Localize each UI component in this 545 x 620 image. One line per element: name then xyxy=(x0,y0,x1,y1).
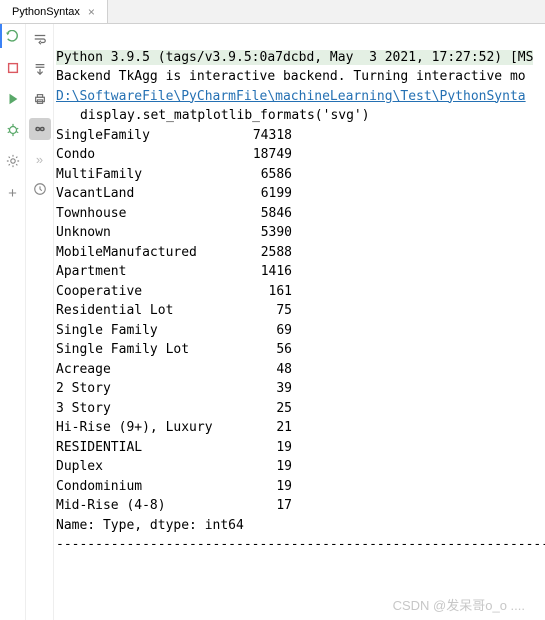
scroll-down-icon[interactable] xyxy=(29,58,51,80)
table-row: Unknown5390 xyxy=(56,223,545,243)
table-row: Townhouse5846 xyxy=(56,204,545,224)
table-row: Cooperative161 xyxy=(56,282,545,302)
table-row: 2 Story39 xyxy=(56,379,545,399)
row-label: Mid-Rise (4-8) xyxy=(56,496,236,516)
row-value: 48 xyxy=(236,360,292,380)
row-value: 39 xyxy=(236,379,292,399)
row-value: 2588 xyxy=(236,243,292,263)
chevrons-icon[interactable]: » xyxy=(29,148,51,170)
table-row: Duplex19 xyxy=(56,457,545,477)
table-row: MobileManufactured2588 xyxy=(56,243,545,263)
row-label: Condo xyxy=(56,145,236,165)
row-label: VacantLand xyxy=(56,184,236,204)
row-value: 17 xyxy=(236,496,292,516)
run-icon[interactable] xyxy=(6,92,20,109)
row-label: 2 Story xyxy=(56,379,236,399)
wrap-icon[interactable] xyxy=(29,28,51,50)
main-area: + » Python 3.9.5 (tags/v3.9.5:0a7dcbd, M… xyxy=(0,24,545,620)
table-row: Condo18749 xyxy=(56,145,545,165)
row-value: 6199 xyxy=(236,184,292,204)
data-rows: SingleFamily74318Condo18749MultiFamily65… xyxy=(56,126,545,516)
table-row: Acreage48 xyxy=(56,360,545,380)
row-label: Apartment xyxy=(56,262,236,282)
row-value: 25 xyxy=(236,399,292,419)
row-label: SingleFamily xyxy=(56,126,236,146)
row-value: 19 xyxy=(236,477,292,497)
add-icon[interactable]: + xyxy=(8,185,17,202)
row-value: 5390 xyxy=(236,223,292,243)
table-row: VacantLand6199 xyxy=(56,184,545,204)
row-label: Duplex xyxy=(56,457,236,477)
table-row: Mid-Rise (4-8)17 xyxy=(56,496,545,516)
row-value: 19 xyxy=(236,457,292,477)
file-path-link[interactable]: D:\SoftwareFile\PyCharmFile\machineLearn… xyxy=(56,89,526,104)
tab-bar: PythonSyntax × xyxy=(0,0,545,24)
row-value: 6586 xyxy=(236,165,292,185)
backend-line: Backend TkAgg is interactive backend. Tu… xyxy=(56,69,526,84)
table-row: 3 Story25 xyxy=(56,399,545,419)
row-value: 56 xyxy=(236,340,292,360)
table-row: Hi-Rise (9+), Luxury21 xyxy=(56,418,545,438)
table-row: Single Family Lot56 xyxy=(56,340,545,360)
infinity-icon[interactable] xyxy=(29,118,51,140)
console-toolbar: » xyxy=(26,24,54,620)
active-indicator xyxy=(0,24,2,48)
row-value: 5846 xyxy=(236,204,292,224)
row-label: 3 Story xyxy=(56,399,236,419)
row-label: Hi-Rise (9+), Luxury xyxy=(56,418,236,438)
debug-icon[interactable] xyxy=(6,123,20,140)
row-value: 18749 xyxy=(236,145,292,165)
row-value: 74318 xyxy=(236,126,292,146)
tab-title: PythonSyntax xyxy=(12,6,80,18)
code-line: display.set_matplotlib_formats('svg') xyxy=(56,108,370,123)
row-label: MultiFamily xyxy=(56,165,236,185)
table-row: Condominium19 xyxy=(56,477,545,497)
table-row: SingleFamily74318 xyxy=(56,126,545,146)
row-label: Acreage xyxy=(56,360,236,380)
close-icon[interactable]: × xyxy=(88,5,95,19)
row-value: 21 xyxy=(236,418,292,438)
row-value: 75 xyxy=(236,301,292,321)
dtype-footer: Name: Type, dtype: int64 xyxy=(56,518,244,533)
row-label: Single Family xyxy=(56,321,236,341)
table-row: MultiFamily6586 xyxy=(56,165,545,185)
tab-pythonsyntax[interactable]: PythonSyntax × xyxy=(0,0,108,23)
row-label: MobileManufactured xyxy=(56,243,236,263)
row-value: 161 xyxy=(236,282,292,302)
stop-icon[interactable] xyxy=(6,61,20,78)
watermark: CSDN @发呆哥o_o .... xyxy=(393,595,525,614)
settings-icon[interactable] xyxy=(6,154,20,171)
row-label: Single Family Lot xyxy=(56,340,236,360)
row-value: 69 xyxy=(236,321,292,341)
row-label: Cooperative xyxy=(56,282,236,302)
table-row: Apartment1416 xyxy=(56,262,545,282)
console-output: Python 3.9.5 (tags/v3.9.5:0a7dcbd, May 3… xyxy=(54,24,545,620)
table-row: Residential Lot75 xyxy=(56,301,545,321)
row-label: Unknown xyxy=(56,223,236,243)
table-row: RESIDENTIAL19 xyxy=(56,438,545,458)
row-value: 1416 xyxy=(236,262,292,282)
run-gutter: + xyxy=(0,24,26,620)
row-label: Residential Lot xyxy=(56,301,236,321)
row-value: 19 xyxy=(236,438,292,458)
divider-line: ----------------------------------------… xyxy=(56,537,545,552)
row-label: RESIDENTIAL xyxy=(56,438,236,458)
python-version-line: Python 3.9.5 (tags/v3.9.5:0a7dcbd, May 3… xyxy=(56,50,533,65)
history-icon[interactable] xyxy=(29,178,51,200)
row-label: Condominium xyxy=(56,477,236,497)
row-label: Townhouse xyxy=(56,204,236,224)
rerun-icon[interactable] xyxy=(6,30,20,47)
print-icon[interactable] xyxy=(29,88,51,110)
table-row: Single Family69 xyxy=(56,321,545,341)
